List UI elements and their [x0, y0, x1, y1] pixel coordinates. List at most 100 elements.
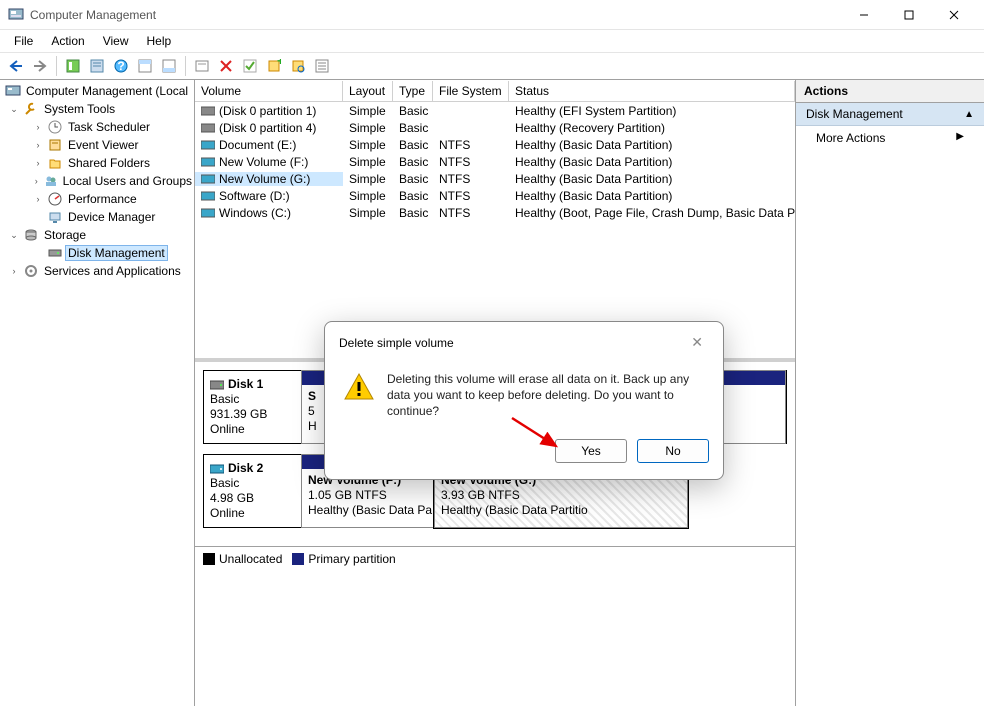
back-button[interactable] — [6, 56, 26, 76]
title-bar: Computer Management — [0, 0, 984, 30]
actions-more-label: More Actions — [816, 131, 885, 145]
tree-label: Disk Management — [66, 246, 167, 260]
volume-layout: Simple — [343, 138, 393, 152]
tree-label: System Tools — [42, 102, 117, 116]
collapse-icon[interactable]: ⌄ — [8, 229, 20, 241]
add-button[interactable]: + — [264, 56, 284, 76]
expand-icon[interactable]: › — [32, 157, 44, 169]
volume-type: Basic — [393, 121, 433, 135]
drive-icon — [201, 105, 215, 117]
volume-row[interactable]: (Disk 0 partition 1)SimpleBasicHealthy (… — [195, 102, 795, 119]
drive-icon — [201, 156, 215, 168]
disk-type: Basic — [210, 392, 295, 407]
close-button[interactable] — [931, 0, 976, 30]
tree-device-manager[interactable]: › Device Manager — [0, 208, 194, 226]
delete-button[interactable] — [216, 56, 236, 76]
volume-status: Healthy (Boot, Page File, Crash Dump, Ba… — [509, 206, 795, 220]
forward-button[interactable] — [30, 56, 50, 76]
col-filesystem[interactable]: File System — [433, 81, 509, 101]
view-bottom-button[interactable] — [159, 56, 179, 76]
collapse-icon[interactable]: ▲ — [964, 109, 974, 120]
=label: Storage — [42, 228, 88, 242]
hdd-icon — [210, 379, 224, 391]
col-type[interactable]: Type — [393, 81, 433, 101]
settings-button[interactable] — [192, 56, 212, 76]
tree-task-scheduler[interactable]: › Task Scheduler — [0, 118, 194, 136]
menu-bar: File Action View Help — [0, 30, 984, 52]
tree-label: Shared Folders — [66, 156, 152, 170]
actions-subheader[interactable]: Disk Management ▲ — [796, 103, 984, 126]
expand-icon[interactable]: › — [32, 175, 41, 187]
computer-icon — [5, 83, 21, 99]
tree-root[interactable]: Computer Management (Local — [0, 82, 194, 100]
volume-row[interactable]: New Volume (F:)SimpleBasicNTFSHealthy (B… — [195, 153, 795, 170]
minimize-button[interactable] — [841, 0, 886, 30]
disk-info[interactable]: Disk 1 Basic 931.39 GB Online — [204, 371, 302, 443]
volume-row[interactable]: Document (E:)SimpleBasicNTFSHealthy (Bas… — [195, 136, 795, 153]
disk-info[interactable]: Disk 2 Basic 4.98 GB Online — [204, 455, 302, 527]
disk-size: 4.98 GB — [210, 491, 295, 506]
actions-header: Actions — [796, 80, 984, 103]
expand-icon[interactable]: › — [32, 139, 44, 151]
tree-system-tools[interactable]: ⌄ System Tools — [0, 100, 194, 118]
volume-layout: Simple — [343, 121, 393, 135]
tree-services-apps[interactable]: › Services and Applications — [0, 262, 194, 280]
volume-status: Healthy (Basic Data Partition) — [509, 138, 795, 152]
folder-icon — [47, 155, 63, 171]
menu-help[interactable]: Help — [139, 32, 180, 50]
volume-type: Basic — [393, 206, 433, 220]
show-hide-tree-button[interactable] — [63, 56, 83, 76]
expand-icon[interactable]: › — [32, 121, 44, 133]
volume-fs: NTFS — [433, 138, 509, 152]
dialog-yes-button[interactable]: Yes — [555, 439, 627, 463]
collapse-icon[interactable]: ⌄ — [8, 103, 20, 115]
properties-button[interactable] — [87, 56, 107, 76]
list-button[interactable] — [312, 56, 332, 76]
tree-label: Computer Management (Local — [24, 84, 190, 98]
tree-label: Task Scheduler — [66, 120, 152, 134]
legend-label: Primary partition — [308, 552, 395, 566]
col-layout[interactable]: Layout — [343, 81, 393, 101]
console-tree[interactable]: Computer Management (Local ⌄ System Tool… — [0, 80, 195, 706]
volume-row[interactable]: (Disk 0 partition 4)SimpleBasicHealthy (… — [195, 119, 795, 136]
volume-row[interactable]: Windows (C:)SimpleBasicNTFSHealthy (Boot… — [195, 204, 795, 221]
refresh-button[interactable] — [288, 56, 308, 76]
volume-layout: Simple — [343, 189, 393, 203]
volume-layout: Simple — [343, 104, 393, 118]
legend-swatch-unallocated — [203, 553, 215, 565]
disk-name: Disk 1 — [228, 377, 263, 392]
check-button[interactable] — [240, 56, 260, 76]
disk-name: Disk 2 — [228, 461, 263, 476]
maximize-button[interactable] — [886, 0, 931, 30]
expand-icon[interactable]: › — [32, 193, 44, 205]
volume-row[interactable]: Software (D:)SimpleBasicNTFSHealthy (Bas… — [195, 187, 795, 204]
dialog-message: Deleting this volume will erase all data… — [387, 371, 705, 419]
tree-shared-folders[interactable]: › Shared Folders — [0, 154, 194, 172]
actions-more[interactable]: More Actions ▶ — [796, 126, 984, 150]
help-button[interactable]: ? — [111, 56, 131, 76]
volume-row[interactable]: New Volume (G:)SimpleBasicNTFSHealthy (B… — [195, 170, 795, 187]
volume-layout: Simple — [343, 172, 393, 186]
expand-icon[interactable]: › — [8, 265, 20, 277]
legend-label: Unallocated — [219, 552, 282, 566]
tools-icon — [23, 101, 39, 117]
window-title: Computer Management — [30, 8, 841, 22]
col-status[interactable]: Status — [509, 81, 795, 101]
menu-action[interactable]: Action — [43, 32, 92, 50]
tree-disk-management[interactable]: › Disk Management — [0, 244, 194, 262]
partition-status: Healthy (Basic Data Pa — [308, 503, 428, 518]
tree-performance[interactable]: › Performance — [0, 190, 194, 208]
view-top-button[interactable] — [135, 56, 155, 76]
volume-list-header[interactable]: Volume Layout Type File System Status — [195, 80, 795, 102]
tree-event-viewer[interactable]: › Event Viewer — [0, 136, 194, 154]
dialog-close-button[interactable]: ✕ — [685, 332, 709, 353]
dialog-no-button[interactable]: No — [637, 439, 709, 463]
menu-file[interactable]: File — [6, 32, 41, 50]
col-volume[interactable]: Volume — [195, 81, 343, 101]
tree-local-users[interactable]: › Local Users and Groups — [0, 172, 194, 190]
delete-volume-dialog: Delete simple volume ✕ Deleting this vol… — [324, 321, 724, 480]
tree-storage[interactable]: ⌄ Storage — [0, 226, 194, 244]
menu-view[interactable]: View — [95, 32, 137, 50]
volume-type: Basic — [393, 104, 433, 118]
volume-status: Healthy (Basic Data Partition) — [509, 172, 795, 186]
